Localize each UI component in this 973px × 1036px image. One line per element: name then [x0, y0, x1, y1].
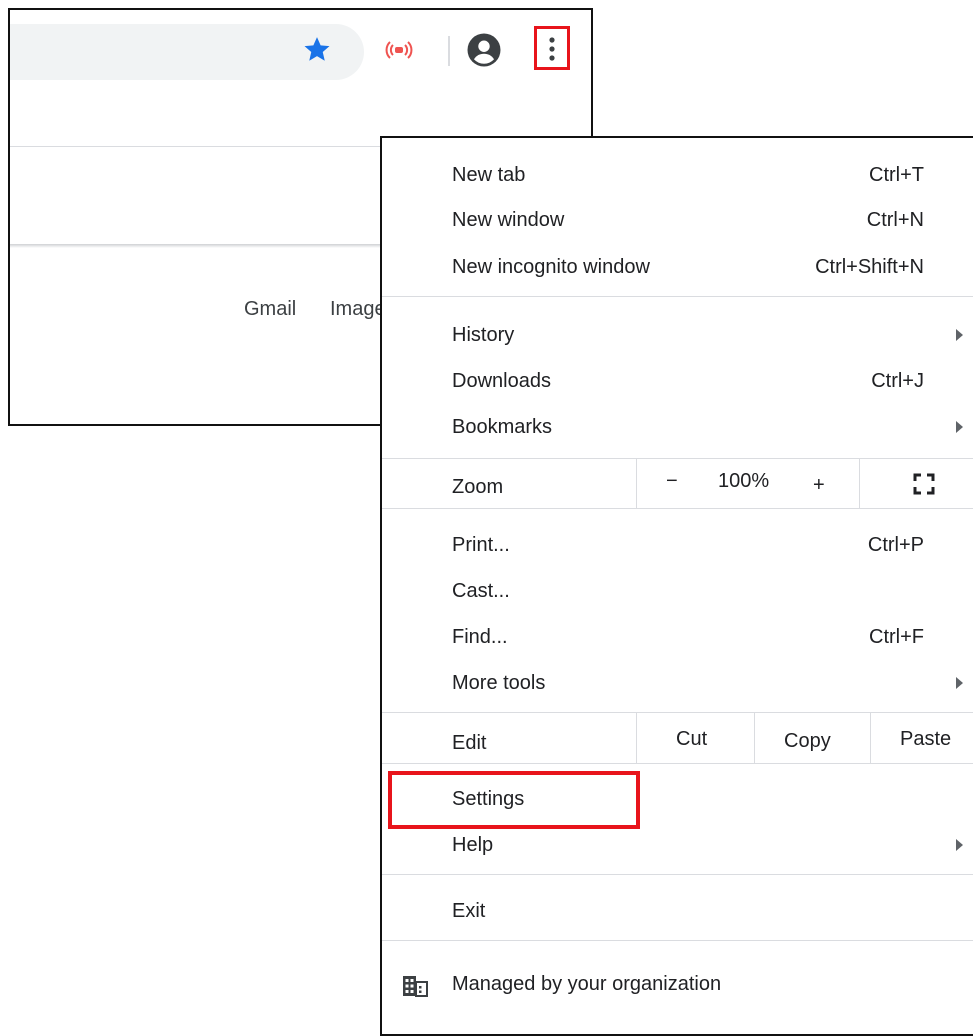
menu-item-cast[interactable]: Cast... [382, 572, 973, 612]
menu-item-history[interactable]: History [382, 316, 973, 356]
zoom-divider [636, 459, 637, 508]
star-icon[interactable] [302, 34, 332, 64]
menu-item-exit[interactable]: Exit [382, 892, 973, 932]
submenu-arrow-icon [956, 329, 963, 341]
browser-menu-button[interactable] [534, 26, 570, 70]
zoom-in-button[interactable]: + [813, 474, 825, 497]
menu-separator [382, 508, 973, 509]
menu-separator [382, 458, 973, 459]
edit-divider [636, 713, 637, 763]
menu-separator [382, 763, 973, 764]
menu-item-bookmarks[interactable]: Bookmarks [382, 408, 973, 448]
menu-item-help[interactable]: Help [382, 826, 973, 866]
menu-item-new-incognito-window[interactable]: New incognito window Ctrl+Shift+N [382, 248, 973, 288]
menu-item-downloads[interactable]: Downloads Ctrl+J [382, 362, 973, 402]
kebab-menu-icon [549, 37, 555, 61]
menu-item-new-window[interactable]: New window Ctrl+N [382, 201, 973, 241]
account-circle-icon[interactable] [466, 32, 502, 68]
zoom-out-button[interactable]: − [666, 470, 678, 493]
zoom-divider [859, 459, 860, 508]
edit-divider [870, 713, 871, 763]
edit-label: Edit [452, 732, 487, 754]
submenu-arrow-icon [956, 677, 963, 689]
gmail-link[interactable]: Gmail [244, 298, 296, 321]
menu-separator [382, 712, 973, 713]
copy-button[interactable]: Copy [784, 730, 831, 753]
toolbar-separator [448, 36, 450, 66]
menu-item-settings[interactable]: Settings [382, 780, 973, 820]
paste-button[interactable]: Paste [900, 728, 951, 751]
fullscreen-icon[interactable] [913, 473, 935, 495]
zoom-level: 100% [718, 470, 770, 492]
building-icon [403, 976, 428, 997]
cast-icon[interactable] [382, 38, 416, 62]
browser-menu-dropdown: New tab Ctrl+T New window Ctrl+N New inc… [380, 136, 973, 1036]
submenu-arrow-icon [956, 839, 963, 851]
submenu-arrow-icon [956, 421, 963, 433]
menu-separator [382, 874, 973, 875]
menu-item-more-tools[interactable]: More tools [382, 664, 973, 704]
cut-button[interactable]: Cut [676, 728, 707, 751]
menu-item-print[interactable]: Print... Ctrl+P [382, 526, 973, 566]
zoom-label: Zoom [452, 476, 504, 498]
menu-separator [382, 940, 973, 941]
menu-separator [382, 296, 973, 297]
menu-item-find[interactable]: Find... Ctrl+F [382, 618, 973, 658]
managed-by-organization[interactable]: Managed by your organization [452, 973, 721, 996]
edit-divider [754, 713, 755, 763]
menu-item-new-tab[interactable]: New tab Ctrl+T [382, 156, 973, 196]
